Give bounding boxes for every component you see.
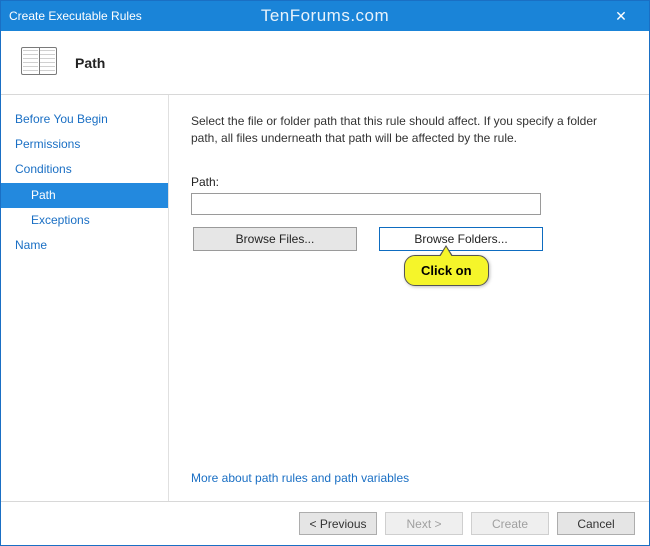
next-button: Next > [385,512,463,535]
annotation-callout: Click on [404,255,489,286]
wizard-sidebar: Before You Begin Permissions Conditions … [1,95,169,501]
close-icon: ✕ [615,8,627,25]
path-input[interactable] [191,193,541,215]
previous-button[interactable]: < Previous [299,512,377,535]
wizard-footer: < Previous Next > Create Cancel [1,501,649,545]
window-title: Create Executable Rules [9,9,142,23]
watermark-text: TenForums.com [261,6,389,26]
description-text: Select the file or folder path that this… [191,113,627,147]
sidebar-item-before-you-begin[interactable]: Before You Begin [1,107,168,132]
path-label: Path: [191,175,627,189]
more-about-link[interactable]: More about path rules and path variables [191,471,627,491]
titlebar: Create Executable Rules TenForums.com ✕ [1,1,649,31]
browse-folders-button[interactable]: Browse Folders... [379,227,543,251]
create-button: Create [471,512,549,535]
wizard-header: Path [1,31,649,95]
page-title: Path [75,55,105,71]
sidebar-item-name[interactable]: Name [1,233,168,258]
callout-text: Click on [421,263,472,278]
sidebar-item-conditions[interactable]: Conditions [1,157,168,182]
book-icon [21,47,57,79]
sidebar-item-exceptions[interactable]: Exceptions [1,208,168,233]
sidebar-item-permissions[interactable]: Permissions [1,132,168,157]
close-button[interactable]: ✕ [601,1,641,31]
wizard-body: Before You Begin Permissions Conditions … [1,95,649,501]
cancel-button[interactable]: Cancel [557,512,635,535]
browse-files-button[interactable]: Browse Files... [193,227,357,251]
wizard-content: Select the file or folder path that this… [169,95,649,501]
sidebar-item-path[interactable]: Path [1,183,168,208]
wizard-window: Create Executable Rules TenForums.com ✕ … [0,0,650,546]
browse-button-row: Browse Files... Browse Folders... [193,227,627,251]
